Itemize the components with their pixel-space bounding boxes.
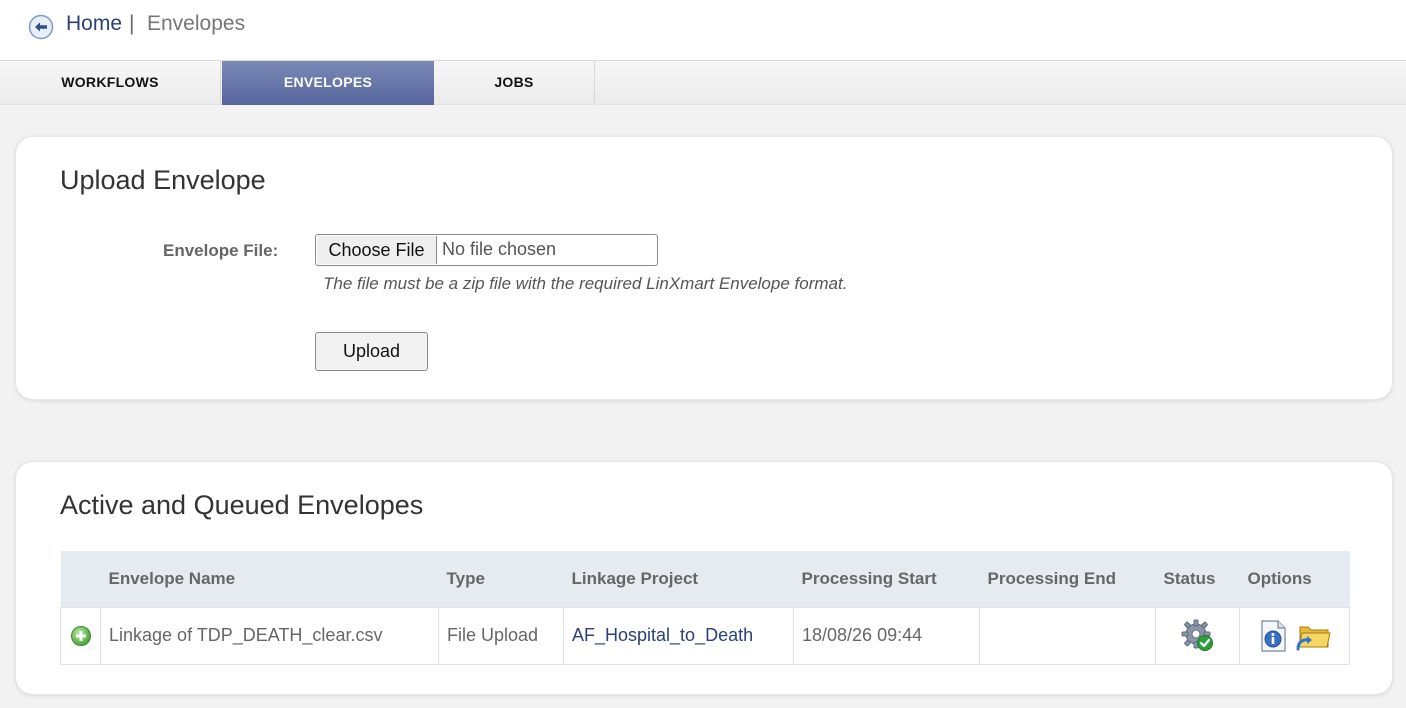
table-row: Linkage of TDP_DEATH_clear.csv File Uplo… (60, 606, 1350, 665)
column-header-type[interactable]: Type (438, 551, 564, 607)
processing-end-cell (979, 606, 1156, 665)
upload-button[interactable]: Upload (315, 332, 428, 371)
processing-start-cell: 18/08/26 09:44 (793, 606, 980, 665)
envelope-name-cell: Linkage of TDP_DEATH_clear.csv (100, 606, 439, 665)
expand-column-header (60, 551, 101, 607)
envelope-file-input[interactable]: Choose File No file chosen (315, 234, 658, 266)
linkage-project-cell: AF_Hospital_to_Death (563, 606, 794, 665)
column-header-processing-end[interactable]: Processing End (979, 551, 1156, 607)
options-cell (1239, 606, 1350, 665)
breadcrumb-home-link[interactable]: Home (66, 12, 122, 36)
tab-bar: WORKFLOWS ENVELOPES JOBS (0, 61, 1406, 105)
tab-divider (220, 61, 221, 105)
envelopes-table: Envelope Name Type Linkage Project Proce… (60, 551, 1350, 665)
expand-cell (60, 606, 101, 665)
top-bar: Home | Envelopes (0, 0, 1406, 61)
linkage-project-link[interactable]: AF_Hospital_to_Death (572, 625, 753, 645)
active-envelopes-panel: Active and Queued Envelopes Envelope Nam… (15, 461, 1393, 695)
status-cell (1155, 606, 1240, 665)
info-document-icon[interactable] (1257, 619, 1289, 653)
back-arrow-icon[interactable] (28, 14, 54, 40)
gear-check-icon (1181, 619, 1213, 651)
tab-divider (594, 61, 595, 105)
upload-envelope-panel: Upload Envelope Envelope File: Choose Fi… (15, 136, 1393, 400)
tab-envelopes[interactable]: ENVELOPES (222, 61, 434, 105)
table-header-row: Envelope Name Type Linkage Project Proce… (60, 551, 1350, 607)
tab-workflows[interactable]: WORKFLOWS (0, 61, 220, 105)
choose-file-button[interactable]: Choose File (317, 236, 437, 264)
breadcrumb-current: Envelopes (147, 12, 246, 35)
envelope-file-label: Envelope File: (163, 241, 279, 260)
type-cell: File Upload (438, 606, 564, 665)
file-status-text: No file chosen (442, 239, 557, 259)
plus-circle-icon[interactable] (70, 625, 92, 647)
file-format-hint: The file must be a zip file with the req… (323, 274, 848, 293)
folder-refresh-icon[interactable] (1294, 619, 1332, 653)
column-header-processing-start[interactable]: Processing Start (793, 551, 980, 607)
tab-jobs[interactable]: JOBS (434, 61, 594, 105)
column-header-envelope-name[interactable]: Envelope Name (100, 551, 439, 607)
breadcrumb-separator: | (129, 12, 135, 35)
column-header-options: Options (1239, 551, 1350, 607)
active-panel-title: Active and Queued Envelopes (60, 490, 424, 520)
column-header-status[interactable]: Status (1155, 551, 1240, 607)
column-header-linkage-project[interactable]: Linkage Project (563, 551, 794, 607)
upload-panel-title: Upload Envelope (60, 165, 266, 195)
